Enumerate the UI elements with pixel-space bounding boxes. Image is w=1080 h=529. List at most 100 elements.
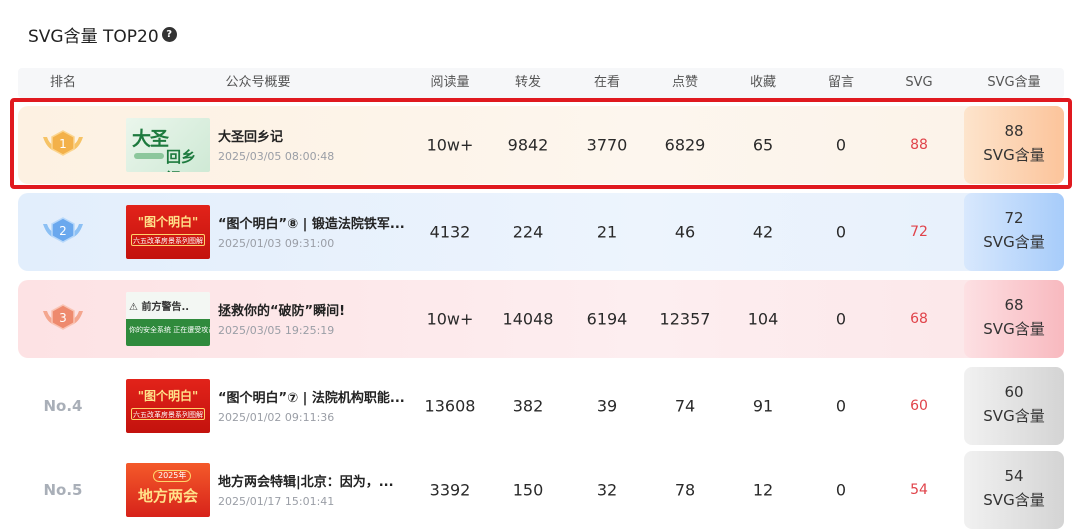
table-row[interactable]: No.4 "图个明白" 六五改革房景系列图解 “图个明白”⑦ | 法院机构职能.… <box>18 367 1064 445</box>
rank-label: No.5 <box>43 481 83 499</box>
watch-count: 39 <box>596 396 618 416</box>
comment-count: 0 <box>835 396 847 416</box>
svg-content-badge: 60 SVG含量 <box>964 367 1064 445</box>
svg-badge-label: SVG含量 <box>983 407 1045 425</box>
svg-content-badge: 68 SVG含量 <box>964 280 1064 358</box>
article-thumbnail[interactable]: ⚠ 前方警告.. 你的安全系统 正在遭受攻击 <box>126 292 210 346</box>
svg-text:1: 1 <box>59 137 67 151</box>
read-count: 4132 <box>429 222 471 242</box>
table-row[interactable]: No.5 2025年 地方两会 地方两会特辑|北京：因为，... 2025/01… <box>18 451 1064 529</box>
fav-count: 12 <box>752 480 774 500</box>
col-svg[interactable]: SVG <box>905 68 932 98</box>
article-thumbnail[interactable]: 大圣 回乡记 <box>126 118 210 172</box>
article-date: 2025/01/03 09:31:00 <box>218 237 335 250</box>
watch-count: 6194 <box>586 309 628 329</box>
thumb-text: "图个明白" <box>137 389 199 403</box>
fav-count: 91 <box>752 396 774 416</box>
svg-text:2: 2 <box>59 224 67 238</box>
svg-badge-number: 68 <box>1004 296 1024 314</box>
bronze-medal-icon: 3 <box>41 301 85 337</box>
article-title[interactable]: 大圣回乡记 <box>218 126 283 145</box>
help-icon[interactable]: ? <box>161 27 177 42</box>
section-title-text: SVG含量 TOP20 <box>28 27 159 47</box>
leaf-decoration <box>134 153 164 159</box>
fav-count: 104 <box>747 309 779 329</box>
table-row[interactable]: 3 ⚠ 前方警告.. 你的安全系统 正在遭受攻击 拯救你的“破防”瞬间! 202… <box>18 280 1064 358</box>
article-thumbnail[interactable]: "图个明白" 六五改革房景系列图解 <box>126 205 210 259</box>
read-count: 10w+ <box>426 135 474 155</box>
article-title[interactable]: “图个明白”⑦ | 法院机构职能... <box>218 387 405 406</box>
svg-content-badge: 88 SVG含量 <box>964 106 1064 184</box>
thumb-text: 2025年 <box>153 470 192 482</box>
like-count: 78 <box>674 480 696 500</box>
article-title[interactable]: 地方两会特辑|北京：因为，... <box>218 471 394 490</box>
share-count: 382 <box>512 396 544 416</box>
article-thumbnail[interactable]: 2025年 地方两会 <box>126 463 210 517</box>
svg-badge-number: 72 <box>1004 209 1024 227</box>
comment-count: 0 <box>835 480 847 500</box>
thumb-text: 六五改革房景系列图解 <box>131 408 205 420</box>
article-date: 2025/01/17 15:01:41 <box>218 495 335 508</box>
col-comment[interactable]: 留言 <box>828 68 854 98</box>
article-thumbnail[interactable]: "图个明白" 六五改革房景系列图解 <box>126 379 210 433</box>
like-count: 74 <box>674 396 696 416</box>
thumb-text: ⚠ 前方警告.. <box>129 302 190 313</box>
svg-content-badge: 72 SVG含量 <box>964 193 1064 271</box>
comment-count: 0 <box>835 222 847 242</box>
svg-badge-label: SVG含量 <box>983 146 1045 164</box>
svg-count: 68 <box>910 311 928 327</box>
thumb-text: 大圣 <box>132 128 169 150</box>
like-count: 46 <box>674 222 696 242</box>
share-count: 150 <box>512 480 544 500</box>
col-like[interactable]: 点赞 <box>672 68 698 98</box>
section-title: SVG含量 TOP20 ? <box>28 22 177 47</box>
col-svg-content[interactable]: SVG含量 <box>987 68 1040 98</box>
read-count: 13608 <box>424 396 476 416</box>
col-watch[interactable]: 在看 <box>594 68 620 98</box>
read-count: 10w+ <box>426 309 474 329</box>
svg-badge-label: SVG含量 <box>983 233 1045 251</box>
silver-medal-icon: 2 <box>41 214 85 250</box>
col-read[interactable]: 阅读量 <box>430 68 469 98</box>
thumb-text: "图个明白" <box>137 215 199 229</box>
svg-count: 72 <box>910 224 928 240</box>
article-date: 2025/03/05 08:00:48 <box>218 150 335 163</box>
like-count: 12357 <box>659 309 711 329</box>
svg-count: 88 <box>910 137 928 153</box>
share-count: 224 <box>512 222 544 242</box>
article-date: 2025/01/02 09:11:36 <box>218 411 335 424</box>
svg-badge-number: 54 <box>1004 467 1024 485</box>
svg-count: 54 <box>910 482 928 498</box>
col-rank: 排名 <box>49 75 77 90</box>
svg-badge-number: 88 <box>1004 122 1024 140</box>
comment-count: 0 <box>835 135 847 155</box>
gold-medal-icon: 1 <box>41 127 85 163</box>
rank-label: No.4 <box>43 397 83 415</box>
thumb-text: 回乡记 <box>166 148 197 172</box>
svg-count: 60 <box>910 398 928 414</box>
thumb-text: 六五改革房景系列图解 <box>131 234 205 246</box>
col-share[interactable]: 转发 <box>515 68 541 98</box>
watch-count: 3770 <box>586 135 628 155</box>
col-fav[interactable]: 收藏 <box>750 68 776 98</box>
svg-badge-label: SVG含量 <box>983 491 1045 509</box>
watch-count: 32 <box>596 480 618 500</box>
article-title[interactable]: 拯救你的“破防”瞬间! <box>218 300 345 319</box>
svg-content-badge: 54 SVG含量 <box>964 451 1064 529</box>
table-row[interactable]: 2 "图个明白" 六五改革房景系列图解 “图个明白”⑧ | 锻造法院铁军... … <box>18 193 1064 271</box>
svg-text:3: 3 <box>59 311 67 325</box>
svg-badge-number: 60 <box>1004 383 1024 401</box>
fav-count: 42 <box>752 222 774 242</box>
thumb-text: 地方两会 <box>137 487 198 505</box>
share-count: 9842 <box>507 135 549 155</box>
fav-count: 65 <box>752 135 774 155</box>
article-date: 2025/03/05 19:25:19 <box>218 324 335 337</box>
table-header: 排名 公众号概要 阅读量 转发 在看 点赞 收藏 留言 SVG SVG含量 <box>18 68 1064 98</box>
article-title[interactable]: “图个明白”⑧ | 锻造法院铁军... <box>218 213 405 232</box>
watch-count: 21 <box>596 222 618 242</box>
read-count: 3392 <box>429 480 471 500</box>
thumb-text: 你的安全系统 正在遭受攻击 <box>129 326 210 334</box>
share-count: 14048 <box>502 309 554 329</box>
like-count: 6829 <box>664 135 706 155</box>
table-row[interactable]: 1 大圣 回乡记 大圣回乡记 2025/03/05 08:00:48 10w+ … <box>18 106 1064 184</box>
